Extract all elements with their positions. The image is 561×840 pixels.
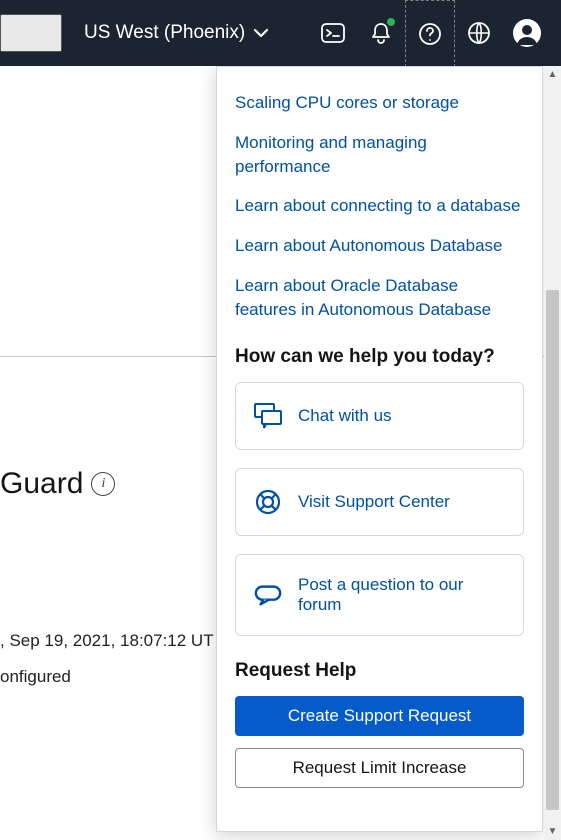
- chat-card[interactable]: Chat with us: [235, 382, 524, 450]
- request-limit-increase-button[interactable]: Request Limit Increase: [235, 748, 524, 788]
- help-link-connecting[interactable]: Learn about connecting to a database: [235, 194, 524, 218]
- notification-dot-icon: [387, 18, 395, 26]
- help-panel: Scaling CPU cores or storage Monitoring …: [216, 66, 543, 832]
- scroll-up-arrow-icon[interactable]: ▲: [544, 66, 561, 83]
- region-label: US West (Phoenix): [84, 22, 245, 44]
- page-scrollbar[interactable]: ▲ ▼: [544, 66, 561, 840]
- terminal-icon: [319, 19, 347, 47]
- chat-icon: [254, 403, 282, 429]
- help-link-oracle-features[interactable]: Learn about Oracle Database features in …: [235, 274, 524, 322]
- lifebuoy-icon: [254, 489, 282, 515]
- avatar-icon: [512, 18, 542, 48]
- heading-text: Guard: [0, 467, 83, 501]
- scroll-thumb[interactable]: [546, 290, 559, 810]
- help-icon: [416, 20, 444, 48]
- header-icon-group: [309, 0, 551, 67]
- scroll-down-arrow-icon[interactable]: ▼: [544, 823, 561, 840]
- help-link-scaling[interactable]: Scaling CPU cores or storage: [235, 91, 524, 115]
- profile-button[interactable]: [503, 0, 551, 66]
- help-button[interactable]: [405, 0, 455, 67]
- forum-label: Post a question to our forum: [298, 575, 505, 615]
- speech-bubble-icon: [254, 584, 282, 606]
- help-heading: How can we help you today?: [235, 346, 524, 368]
- chat-label: Chat with us: [298, 406, 392, 426]
- help-link-autonomous[interactable]: Learn about Autonomous Database: [235, 234, 524, 258]
- help-panel-body: Scaling CPU cores or storage Monitoring …: [217, 67, 542, 831]
- cloud-shell-button[interactable]: [309, 0, 357, 66]
- region-selector[interactable]: US West (Phoenix): [84, 22, 271, 44]
- info-icon[interactable]: i: [91, 472, 115, 496]
- help-link-monitoring[interactable]: Monitoring and managing performance: [235, 131, 524, 179]
- forum-card[interactable]: Post a question to our forum: [235, 554, 524, 636]
- support-center-label: Visit Support Center: [298, 492, 450, 512]
- top-header: US West (Phoenix): [0, 0, 561, 66]
- request-help-heading: Request Help: [235, 660, 524, 682]
- chevron-down-icon: [251, 23, 271, 43]
- create-support-request-button[interactable]: Create Support Request: [235, 696, 524, 736]
- notifications-button[interactable]: [357, 0, 405, 66]
- search-input[interactable]: [0, 14, 62, 52]
- language-button[interactable]: [455, 0, 503, 66]
- globe-icon: [465, 19, 493, 47]
- support-center-card[interactable]: Visit Support Center: [235, 468, 524, 536]
